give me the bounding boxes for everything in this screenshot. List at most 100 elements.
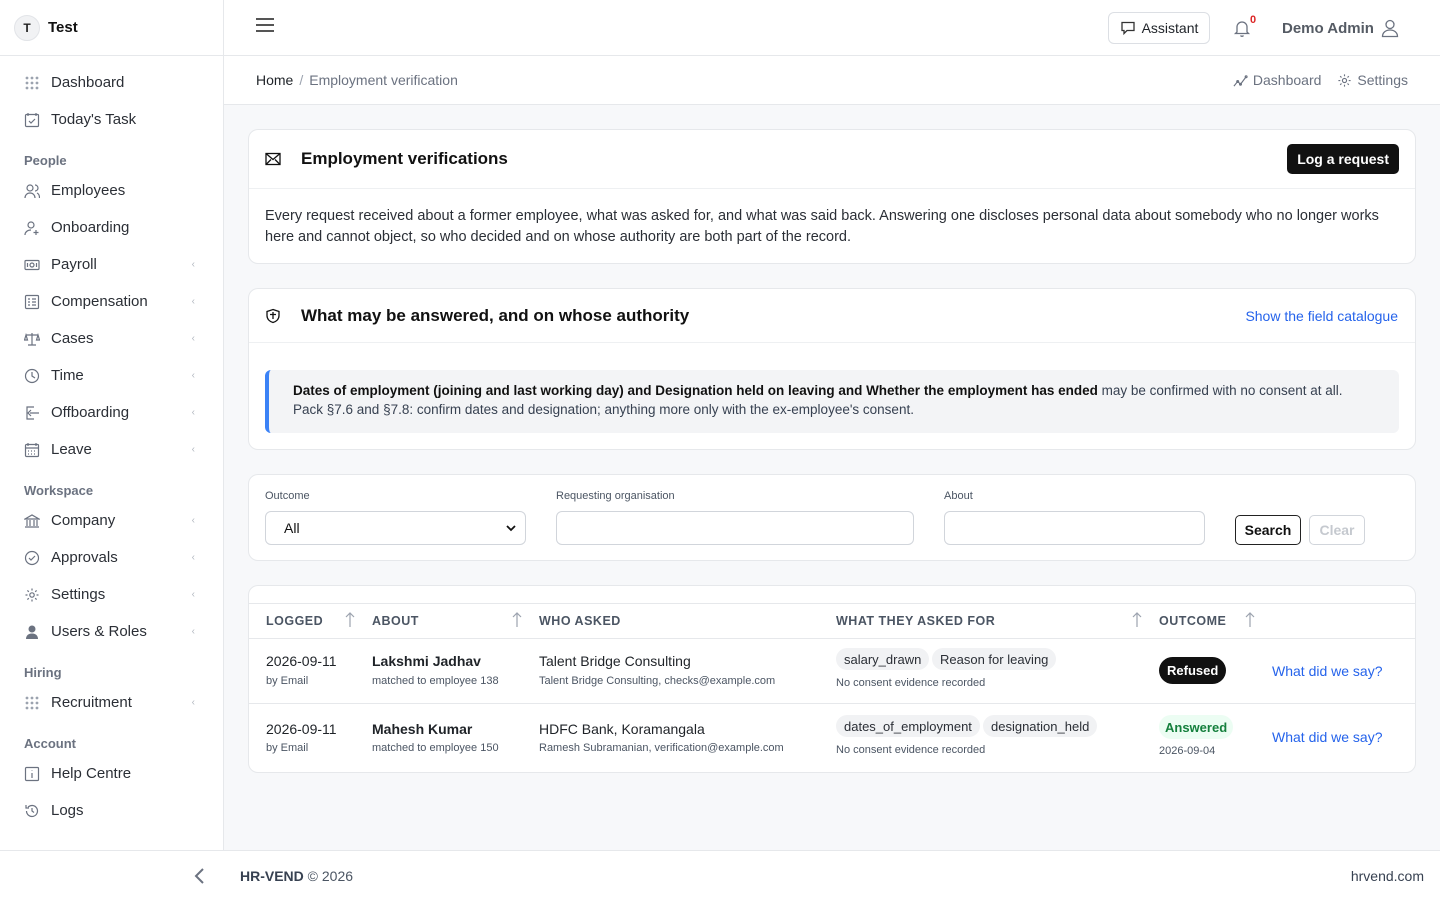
chevron-left-icon[interactable] [192, 867, 208, 885]
verifications-card: Employment verifications Log a request E… [248, 129, 1416, 264]
sidebar-item-label: Dashboard [51, 74, 125, 91]
breadcrumb: Home / Employment verification [256, 72, 458, 88]
sidebar-item-label: Users & Roles [51, 623, 147, 640]
requesting-org: Talent Bridge Consulting [539, 653, 691, 669]
sort-arrow-icon[interactable] [1132, 612, 1142, 628]
employee-name: Mahesh Kumar [372, 721, 473, 737]
sidebar-item-compensation[interactable]: Compensation ‹ [0, 283, 223, 320]
logged-via: by Email [266, 675, 309, 687]
brand-avatar: T [14, 14, 40, 41]
bell-icon[interactable] [1232, 18, 1252, 38]
sidebar-item-label: Employees [51, 182, 126, 199]
column-what-asked: WHAT THEY ASKED FOR [836, 614, 996, 628]
assistant-label: Assistant [1141, 20, 1199, 36]
authority-card-header: What may be answered, and on whose autho… [249, 289, 1415, 343]
sidebar-item-label: Leave [51, 441, 92, 458]
sidebar-item-todays-task[interactable]: Today's Task [0, 101, 223, 138]
chat-icon [1120, 21, 1135, 36]
sidebar-item-users-roles[interactable]: Users & Roles ‹ [0, 613, 223, 650]
org-input[interactable] [556, 511, 914, 545]
footer-brand: HR-VEND [240, 868, 304, 884]
breadcrumb-separator: / [299, 72, 304, 88]
breadcrumb-home[interactable]: Home [256, 72, 293, 88]
log-request-button[interactable]: Log a request [1287, 144, 1399, 174]
sidebar-item-approvals[interactable]: Approvals ‹ [0, 539, 223, 576]
about-label: About [944, 490, 973, 502]
sort-arrow-icon[interactable] [345, 612, 355, 628]
menu-toggle-icon[interactable] [256, 18, 274, 36]
chart-line-icon [1233, 74, 1248, 86]
clear-button[interactable]: Clear [1309, 515, 1365, 545]
consent-note: No consent evidence recorded [836, 677, 986, 689]
sidebar-item-label: Offboarding [51, 404, 130, 421]
sidebar-item-logs[interactable]: Logs [0, 792, 223, 829]
employee-match: matched to employee 138 [372, 675, 499, 687]
chevron-down-icon [506, 525, 516, 532]
footer-copyright: HR-VEND © 2026 [240, 868, 353, 884]
sidebar-section-people: People [24, 153, 67, 168]
sidebar-item-leave[interactable]: Leave ‹ [0, 431, 223, 468]
sidebar-item-label: Compensation [51, 293, 148, 310]
sidebar-item-offboarding[interactable]: Offboarding ‹ [0, 394, 223, 431]
sidebar-section-account: Account [24, 736, 76, 751]
scale-icon [23, 330, 41, 348]
sidebar-item-settings[interactable]: Settings ‹ [0, 576, 223, 613]
field-chip: designation_held [983, 715, 1098, 737]
outcome-select[interactable]: All [265, 511, 526, 545]
what-did-we-say-link[interactable]: What did we say? [1272, 663, 1383, 679]
user-plus-icon [23, 219, 41, 237]
table-row: 2026-09-11 by Email Lakshmi Jadhav match… [249, 639, 1415, 704]
sort-arrow-icon[interactable] [512, 612, 522, 628]
chevron-left-icon: ‹ [191, 697, 195, 708]
employee-name: Lakshmi Jadhav [372, 653, 481, 669]
chevron-left-icon: ‹ [191, 515, 195, 526]
column-who-asked: WHO ASKED [539, 614, 621, 628]
about-input[interactable] [944, 511, 1205, 545]
verifications-card-header: Employment verifications Log a request [249, 130, 1415, 189]
sidebar-item-recruitment[interactable]: Recruitment ‹ [0, 684, 223, 721]
sidebar-item-time[interactable]: Time ‹ [0, 357, 223, 394]
sidebar-item-label: Logs [51, 802, 84, 819]
outcome-date: 2026-09-04 [1159, 745, 1216, 757]
sidebar-item-dashboard[interactable]: Dashboard [0, 64, 223, 101]
sidebar-item-cases[interactable]: Cases ‹ [0, 320, 223, 357]
sidebar-item-help-centre[interactable]: Help Centre [0, 755, 223, 792]
requester-contact: Talent Bridge Consulting, checks@example… [539, 675, 776, 687]
sort-arrow-icon[interactable] [1245, 612, 1255, 628]
chevron-left-icon: ‹ [191, 552, 195, 563]
dashboard-link[interactable]: Dashboard [1233, 72, 1321, 88]
field-catalogue-link[interactable]: Show the field catalogue [1245, 308, 1398, 324]
sidebar-item-label: Time [51, 367, 84, 384]
sidebar-item-onboarding[interactable]: Onboarding [0, 209, 223, 246]
what-did-we-say-link[interactable]: What did we say? [1272, 729, 1383, 745]
user-name[interactable]: Demo Admin [1282, 20, 1374, 37]
assistant-button[interactable]: Assistant [1108, 12, 1210, 44]
authority-card: What may be answered, and on whose autho… [248, 288, 1416, 450]
chevron-left-icon: ‹ [191, 444, 195, 455]
user-shield-icon [23, 623, 41, 641]
brand[interactable]: T Test [0, 0, 223, 56]
grid-icon [23, 74, 41, 92]
sidebar-item-company[interactable]: Company ‹ [0, 502, 223, 539]
sidebar-item-payroll[interactable]: Payroll ‹ [0, 246, 223, 283]
org-label: Requesting organisation [556, 490, 675, 502]
status-badge: Answered [1159, 715, 1234, 739]
search-button[interactable]: Search [1235, 515, 1301, 545]
clock-icon [23, 367, 41, 385]
sidebar-item-employees[interactable]: Employees [0, 172, 223, 209]
notification-count: 0 [1250, 14, 1257, 26]
settings-link[interactable]: Settings [1337, 72, 1408, 88]
table-row: 2026-09-11 by Email Mahesh Kumar matched… [249, 704, 1415, 772]
breadcrumb-actions: Dashboard Settings [1233, 72, 1408, 88]
table-header: LOGGED ABOUT WHO ASKED WHAT THEY ASKED F… [249, 603, 1415, 639]
money-icon [23, 256, 41, 274]
user-icon[interactable] [1380, 18, 1400, 38]
chevron-left-icon: ‹ [191, 589, 195, 600]
footer-site-link[interactable]: hrvend.com [1351, 868, 1424, 884]
authority-title: What may be answered, and on whose autho… [301, 305, 690, 325]
table-icon [23, 293, 41, 311]
sidebar-item-label: Today's Task [51, 111, 137, 128]
field-chip: Reason for leaving [932, 648, 1057, 670]
field-chip: dates_of_employment [836, 715, 980, 737]
grid-icon [23, 694, 41, 712]
